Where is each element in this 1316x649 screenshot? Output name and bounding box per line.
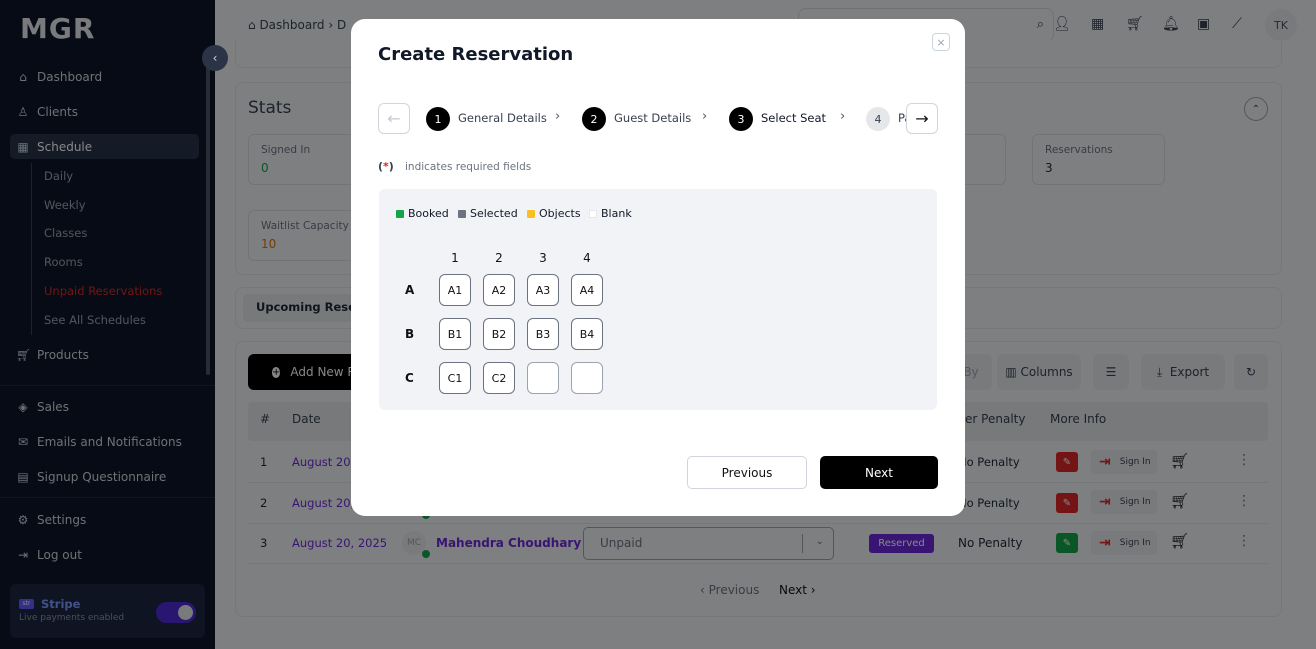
seat-c2[interactable]: C2 <box>483 362 515 394</box>
seat-c4[interactable] <box>571 362 603 394</box>
column-label: 2 <box>495 251 503 265</box>
seat-b4[interactable]: B4 <box>571 318 603 350</box>
steps-scroll-right-button[interactable]: → <box>906 103 938 134</box>
next-button[interactable]: Next <box>820 456 938 489</box>
step-3-number: 3 <box>729 107 753 131</box>
seat-b2[interactable]: B2 <box>483 318 515 350</box>
arrow-left-icon: ← <box>387 109 401 128</box>
required-indicator: (*) <box>378 160 394 173</box>
legend-swatch <box>396 209 404 218</box>
seat-b3[interactable]: B3 <box>527 318 559 350</box>
required-note: indicates required fields <box>405 161 532 173</box>
chevron-left-icon: ‹ <box>212 51 218 65</box>
step-2-label[interactable]: Guest Details <box>614 111 691 125</box>
steps-scroll-left-button[interactable]: ← <box>378 103 410 134</box>
step-2-number: 2 <box>582 107 606 131</box>
legend-objects: Objects <box>527 207 581 220</box>
seat-a2[interactable]: A2 <box>483 274 515 306</box>
previous-button[interactable]: Previous <box>687 456 807 489</box>
seat-a1[interactable]: A1 <box>439 274 471 306</box>
legend-label: Objects <box>539 207 581 220</box>
seat-map: Booked Selected Objects Blank 1 2 3 4 A … <box>379 189 937 410</box>
legend-booked: Booked <box>396 207 449 220</box>
arrow-right-icon: → <box>915 109 929 128</box>
column-label: 3 <box>539 251 547 265</box>
step-4-number: 4 <box>866 107 890 131</box>
step-4-label[interactable]: Payment <box>898 111 906 125</box>
close-button[interactable]: × <box>932 33 950 51</box>
chevron-right-icon: › <box>840 109 846 124</box>
legend-selected: Selected <box>458 207 518 220</box>
seat-c1[interactable]: C1 <box>439 362 471 394</box>
modal-title: Create Reservation <box>378 44 574 65</box>
legend-blank: Blank <box>589 207 632 220</box>
legend-label: Selected <box>470 207 518 220</box>
column-label: 1 <box>451 251 459 265</box>
create-reservation-modal: Create Reservation × ← 1 General Details… <box>351 19 965 516</box>
step-1-number: 1 <box>426 107 450 131</box>
row-label: C <box>405 371 414 385</box>
legend-swatch <box>458 209 466 218</box>
row-label: B <box>405 327 415 341</box>
legend-label: Blank <box>601 207 632 220</box>
legend-swatch <box>589 209 597 218</box>
sidebar-collapse-button[interactable]: ‹ <box>202 45 228 71</box>
row-label: A <box>405 283 415 297</box>
step-1-label[interactable]: General Details <box>458 111 547 125</box>
seat-b1[interactable]: B1 <box>439 318 471 350</box>
column-label: 4 <box>583 251 591 265</box>
chevron-right-icon: › <box>555 109 561 124</box>
seat-c3[interactable] <box>527 362 559 394</box>
legend-label: Booked <box>408 207 449 220</box>
close-icon: × <box>936 35 946 49</box>
chevron-right-icon: › <box>702 109 708 124</box>
legend-swatch <box>527 209 535 218</box>
step-3-label[interactable]: Select Seat <box>761 111 826 125</box>
seat-a4[interactable]: A4 <box>571 274 603 306</box>
seat-a3[interactable]: A3 <box>527 274 559 306</box>
